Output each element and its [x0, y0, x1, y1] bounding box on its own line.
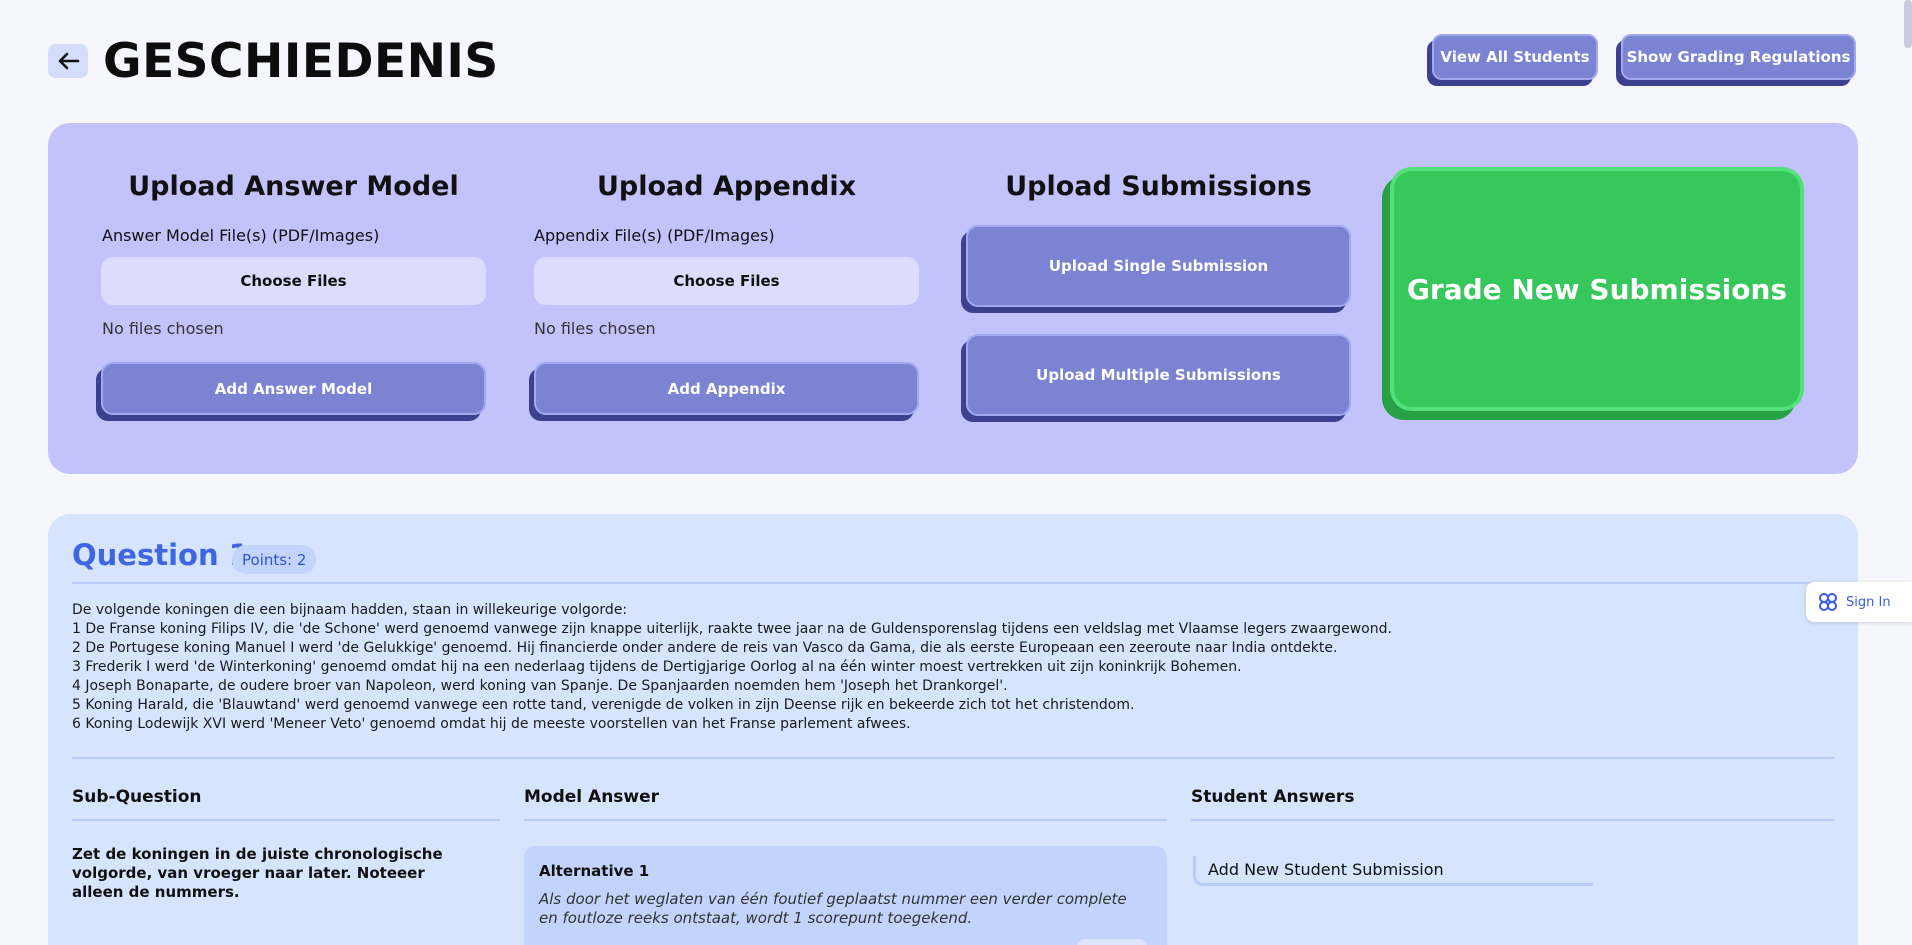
- points-badge: Points: 2: [232, 545, 317, 574]
- sub-question-text: Zet de koningen in de juiste chronologis…: [72, 845, 443, 901]
- sub-question-header: Sub-Question: [72, 787, 202, 807]
- upload-single-submission-button[interactable]: Upload Single Submission: [966, 225, 1351, 307]
- question-text-line: 5 Koning Harald, die 'Blauwtand' werd ge…: [72, 697, 1135, 713]
- question-text-line: 4 Joseph Bonaparte, de oudere broer van …: [72, 678, 1008, 694]
- question-title-divider: [72, 582, 1834, 584]
- question-text-line: 6 Koning Lodewijk XVI werd 'Meneer Veto'…: [72, 716, 911, 732]
- clover-icon: [1819, 593, 1837, 611]
- appendix-field-label: Appendix File(s) (PDF/Images): [534, 226, 775, 245]
- question-text-line: De volgende koningen die een bijnaam had…: [72, 602, 628, 618]
- upload-multiple-submissions-button[interactable]: Upload Multiple Submissions: [966, 334, 1351, 416]
- appendix-file-status: No files chosen: [534, 319, 656, 338]
- appendix-choose-files-button[interactable]: Choose Files: [534, 257, 919, 305]
- model-answer-header-rule: [524, 819, 1167, 821]
- alternative-action-tab[interactable]: [1077, 939, 1147, 945]
- question-text-line: 1 De Franse koning Filips IV, die 'de Sc…: [72, 621, 1392, 637]
- answer-model-field-label: Answer Model File(s) (PDF/Images): [102, 226, 380, 245]
- back-button[interactable]: [48, 44, 88, 78]
- arrow-left-icon: [58, 52, 80, 70]
- view-all-students-button[interactable]: View All Students: [1432, 34, 1598, 80]
- question-text: De volgende koningen die een bijnaam had…: [72, 601, 1852, 734]
- scrollbar-thumb[interactable]: [1904, 0, 1912, 48]
- sub-question-header-rule: [72, 819, 500, 821]
- question-title: Question 1: [72, 538, 249, 572]
- model-answer-alternative-card: Alternative 1 Als door het weglaten van …: [524, 846, 1167, 945]
- sign-in-label: Sign In: [1846, 594, 1891, 610]
- add-appendix-button[interactable]: Add Appendix: [534, 362, 919, 415]
- show-grading-regulations-button[interactable]: Show Grading Regulations: [1621, 34, 1856, 80]
- model-answer-header: Model Answer: [524, 787, 660, 807]
- upload-submissions-title: Upload Submissions: [1005, 171, 1312, 202]
- upload-answer-model-title: Upload Answer Model: [128, 171, 459, 202]
- student-answers-header-rule: [1191, 819, 1834, 821]
- upload-appendix-title: Upload Appendix: [596, 171, 857, 202]
- question-text-line: 2 De Portugese koning Manuel I werd 'de …: [72, 640, 1338, 656]
- student-answers-header: Student Answers: [1191, 787, 1355, 807]
- question-text-line: 3 Frederik I werd 'de Winterkoning' geno…: [72, 659, 1242, 675]
- sign-in-button[interactable]: Sign In: [1806, 582, 1912, 622]
- answer-model-file-status: No files chosen: [102, 319, 224, 338]
- alternative-title: Alternative 1: [539, 862, 650, 880]
- page-title: GESCHIEDENIS: [103, 34, 499, 89]
- answer-model-choose-files-button[interactable]: Choose Files: [101, 257, 486, 305]
- grade-new-submissions-button[interactable]: Grade New Submissions: [1390, 167, 1804, 411]
- question-section-divider: [72, 757, 1834, 759]
- add-answer-model-button[interactable]: Add Answer Model: [101, 362, 486, 415]
- alternative-text: Als door het weglaten van één foutief ge…: [539, 890, 1127, 927]
- add-new-student-submission-button[interactable]: Add New Student Submission: [1193, 856, 1593, 886]
